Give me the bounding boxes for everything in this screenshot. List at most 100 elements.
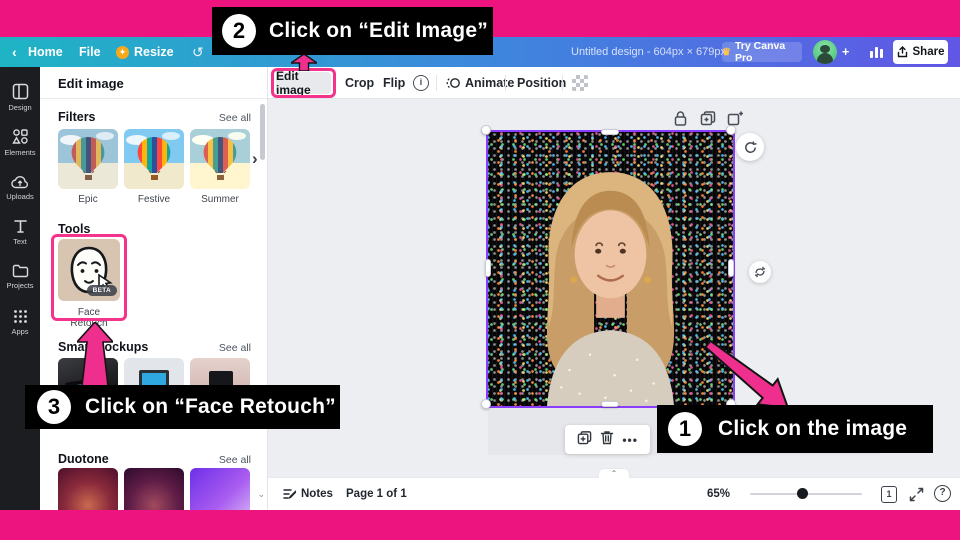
duotone-thumb-1[interactable] (58, 468, 118, 510)
frame-band-bottom (0, 510, 960, 540)
collapse-toolbar-tab[interactable]: ⌃ (598, 468, 630, 478)
design-icon (12, 83, 29, 100)
selection-handle-left[interactable] (485, 259, 491, 277)
step-2-number: 2 (222, 14, 256, 48)
filters-heading: Filters (58, 110, 96, 124)
selection-handle-bottom-left[interactable] (481, 399, 491, 409)
sidebar-item-text[interactable]: Text (0, 213, 40, 251)
resize-button[interactable]: ✦ Resize (116, 37, 174, 67)
add-member-button[interactable]: + (842, 37, 849, 67)
notes-button[interactable]: Notes (301, 478, 333, 510)
uploads-cloud-icon (11, 174, 29, 189)
duplicate-element-icon[interactable] (577, 430, 592, 450)
sidebar-label: Projects (6, 281, 33, 290)
callout-1-arrow (700, 340, 795, 415)
sidebar-label: Text (13, 237, 27, 246)
callout-step-1: 1 Click on the image (657, 405, 933, 453)
panel-title: Edit image (58, 76, 124, 91)
panel-scrollbar[interactable] (260, 104, 265, 160)
filter-thumb-epic[interactable] (58, 129, 118, 189)
duotone-see-all-link[interactable]: See all (219, 454, 251, 466)
selected-image[interactable] (488, 132, 733, 406)
sidebar-item-apps[interactable]: Apps (0, 303, 40, 341)
fullscreen-icon[interactable] (909, 487, 924, 507)
sidebar-item-uploads[interactable]: Uploads (0, 168, 40, 206)
help-icon[interactable]: ? (934, 485, 951, 502)
panel-scroll-down-icon[interactable]: ⌄ (257, 489, 265, 500)
share-label: Share (913, 46, 945, 58)
smartmockups-see-all-link[interactable]: See all (219, 342, 251, 354)
insights-chart-icon[interactable] (869, 44, 884, 64)
rotate-icon (743, 140, 758, 155)
selection-handle-bottom[interactable] (601, 401, 619, 407)
sidebar-item-projects[interactable]: Projects (0, 258, 40, 296)
file-menu-button[interactable]: File (79, 37, 101, 67)
apps-grid-icon (13, 309, 28, 324)
back-chevron-icon[interactable]: ‹ (12, 37, 17, 67)
elements-icon (12, 128, 29, 145)
page-count-icon[interactable]: 1 (881, 486, 897, 503)
selection-handle-top-left[interactable] (481, 125, 491, 135)
zoom-slider-knob[interactable] (797, 488, 808, 499)
delete-element-icon[interactable] (600, 430, 614, 450)
step-3-text: Click on “Face Retouch” (85, 395, 336, 419)
duotone-thumb-2[interactable] (124, 468, 184, 510)
more-options-icon[interactable]: ••• (622, 433, 638, 447)
filters-see-all-link[interactable]: See all (219, 112, 251, 124)
callout-step-2: 2 Click on “Edit Image” (212, 7, 493, 55)
flip-handle[interactable] (749, 261, 771, 283)
callout-step-3: 3 Click on “Face Retouch” (25, 385, 340, 429)
step-2-text: Click on “Edit Image” (269, 19, 488, 43)
resize-label: Resize (134, 37, 174, 67)
lock-icon[interactable] (673, 110, 688, 132)
resize-star-icon: ✦ (116, 46, 129, 59)
selection-handle-top[interactable] (601, 129, 619, 135)
filter-label-festive: Festive (123, 194, 185, 205)
try-canva-pro-button[interactable]: ♛ Try Canva Pro (722, 42, 802, 62)
flip-button[interactable]: Flip (383, 67, 405, 99)
filter-thumb-summer[interactable] (190, 129, 250, 189)
toolbar-divider (562, 75, 563, 91)
duplicate-icon[interactable] (700, 110, 716, 131)
undo-icon[interactable]: ↺ (192, 37, 204, 67)
panel-divider (40, 98, 268, 99)
sidebar-label: Apps (11, 327, 28, 336)
animate-icon[interactable] (446, 76, 461, 96)
duotone-thumb-3[interactable] (190, 468, 250, 510)
filter-thumb-festive[interactable] (124, 129, 184, 189)
projects-folder-icon (12, 264, 29, 278)
flip-arrows-icon (754, 266, 766, 278)
sidebar-item-design[interactable]: Design (0, 78, 40, 116)
sidebar-label: Design (8, 103, 31, 112)
step-3-number: 3 (37, 390, 71, 424)
notes-icon[interactable] (282, 487, 297, 507)
position-button[interactable]: Position (517, 67, 566, 99)
screenshot: ‹ Home File ✦ Resize ↺ Untitled design -… (0, 0, 960, 540)
add-page-icon[interactable] (727, 110, 743, 131)
face-retouch-highlight-box (51, 234, 127, 321)
toolbar-divider (436, 75, 437, 91)
zoom-value[interactable]: 65% (707, 478, 730, 510)
filters-scroll-chevron-icon[interactable]: › (252, 149, 258, 169)
transparency-icon[interactable] (572, 75, 588, 91)
sidebar-item-elements[interactable]: Elements (0, 123, 40, 161)
context-toolbar: Edit image Crop Flip i Animate Position (268, 67, 960, 99)
document-title[interactable]: Untitled design - 604px × 679px (571, 37, 726, 67)
page-indicator[interactable]: Page 1 of 1 (346, 478, 407, 510)
selection-handle-right[interactable] (728, 259, 734, 277)
step-1-number: 1 (668, 412, 702, 446)
try-pro-label: Try Canva Pro (735, 40, 802, 64)
share-button[interactable]: Share (893, 40, 948, 64)
step-1-text: Click on the image (718, 417, 907, 441)
callout-2-arrow (291, 54, 317, 71)
home-button[interactable]: Home (28, 37, 63, 67)
animate-button[interactable]: Animate (465, 67, 514, 99)
filter-label-summer: Summer (189, 194, 251, 205)
rotate-handle[interactable] (736, 133, 764, 161)
avatar[interactable] (813, 40, 837, 64)
crown-icon: ♛ (722, 47, 731, 58)
crop-button[interactable]: Crop (345, 67, 374, 99)
sidebar-label: Elements (4, 148, 35, 157)
text-icon (13, 219, 28, 234)
info-icon[interactable]: i (413, 75, 429, 91)
